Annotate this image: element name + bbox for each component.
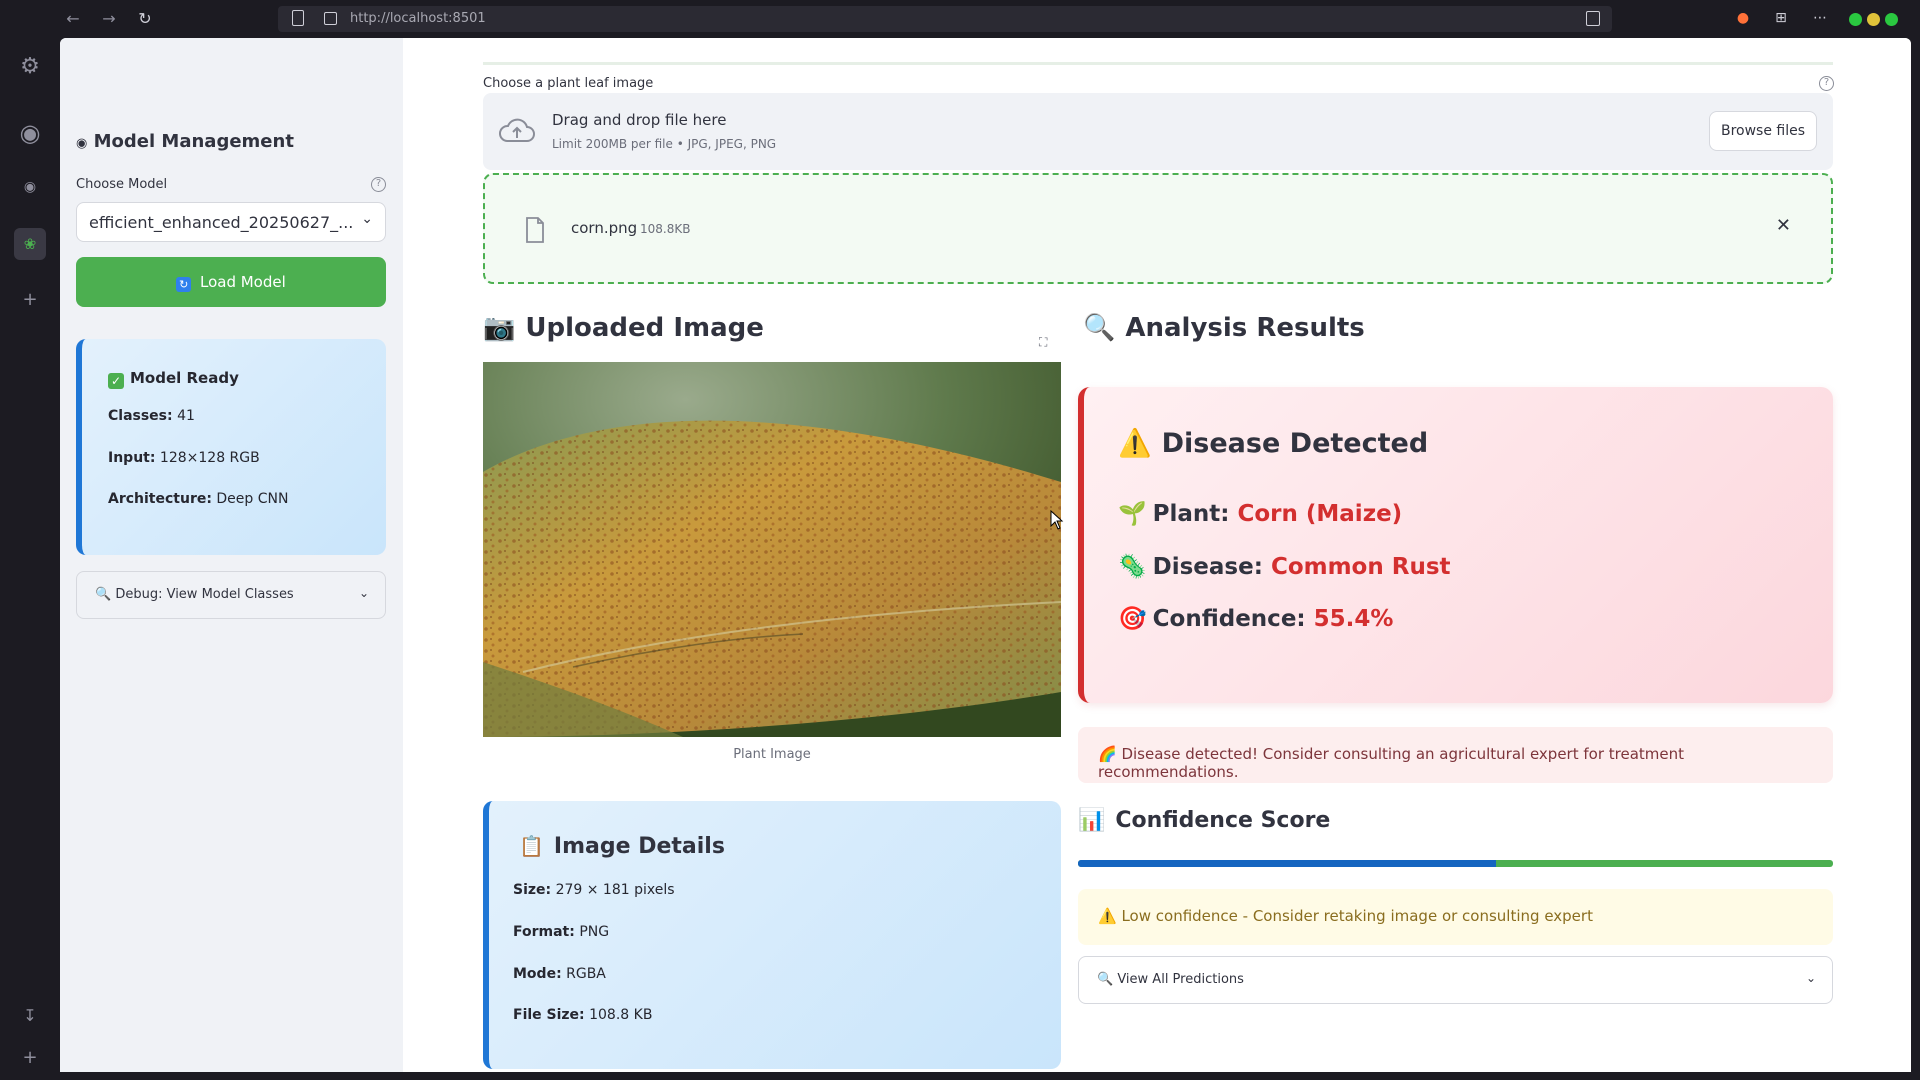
add-bottom-icon[interactable]: + [14, 1042, 46, 1074]
magnifier-icon: 🔍 [95, 587, 112, 602]
plant-leaf-image [483, 362, 1061, 737]
back-icon[interactable]: ← [62, 8, 84, 30]
minimize-dot[interactable] [1867, 13, 1880, 26]
image-details-card: 📋 Image Details Size: 279 × 181 pixels Fo… [483, 801, 1061, 1069]
refresh-icon: ↻ [176, 277, 192, 292]
architecture-row: Architecture: Deep CNN [108, 491, 289, 507]
maximize-dot[interactable] [1849, 13, 1862, 26]
input-row: Input: 128×128 RGB [108, 450, 260, 466]
confidence-score-title: 📊 Confidence Score [1078, 808, 1331, 833]
add-icon[interactable]: + [14, 284, 46, 316]
image-caption: Plant Image [733, 747, 811, 762]
model-ready-title: ✓ Model Ready [108, 369, 239, 389]
fullscreen-icon[interactable]: ⛶ [1039, 335, 1047, 350]
debug-model-classes-expander[interactable]: 🔍 Debug: View Model Classes ⌄ [76, 571, 386, 619]
remove-file-icon[interactable]: ✕ [1776, 215, 1791, 236]
check-icon: ✓ [108, 373, 124, 389]
page-icon [292, 10, 304, 26]
download-icon[interactable]: ↧ [14, 1000, 46, 1032]
magnifier-icon: 🔍 [1097, 972, 1114, 987]
file-icon [526, 217, 544, 243]
main-content: Choose a plant leaf image ? Drag and dro… [403, 38, 1911, 1072]
size-row: Size: 279 × 181 pixels [513, 882, 675, 898]
low-confidence-warning: ⚠️ Low confidence - Consider retaking im… [1078, 889, 1833, 945]
model-select[interactable]: efficient_enhanced_20250627_... ⌄ [76, 202, 386, 242]
close-dot[interactable] [1885, 13, 1898, 26]
file-size: 108.8KB [640, 222, 691, 236]
model-status-card: ✓ Model Ready Classes: 41 Input: 128×128 … [76, 339, 386, 555]
sidebar-title: ◉ Model Management [76, 131, 294, 152]
header-divider [483, 62, 1833, 65]
crop-icon[interactable]: ⊞ [1772, 9, 1790, 27]
file-dropzone[interactable]: Drag and drop file here Limit 200MB per … [483, 93, 1833, 170]
uploaded-image-heading: 📷 Uploaded Image [483, 313, 764, 343]
app-sidebar: ◉ Model Management Choose Model ? effici… [60, 38, 403, 1072]
plant-row: 🌱 Plant: Corn (Maize) [1118, 501, 1403, 527]
disease-alert: 🌈 Disease detected! Consider consulting … [1078, 727, 1833, 783]
camera-icon: 📷 [483, 313, 516, 343]
limit-text: Limit 200MB per file • JPG, JPEG, PNG [552, 137, 777, 151]
magnifier-icon: 🔍 [1083, 313, 1116, 343]
analysis-results-heading: 🔍 Analysis Results [1083, 313, 1365, 343]
uploader-label: Choose a plant leaf image [483, 76, 654, 91]
url-text: http://localhost:8501 [350, 11, 486, 26]
microbe-icon: 🦠 [1118, 554, 1147, 580]
browser-toolbar: ← → ↻ http://localhost:8501 ● ⊞ ⋯ [0, 0, 1920, 38]
firefox-icon[interactable]: ● [1734, 9, 1752, 27]
seedling-icon: 🌱 [1118, 501, 1147, 527]
site-info-icon[interactable] [324, 12, 337, 25]
disease-detected-card: ⚠️ Disease Detected 🌱 Plant: Corn (Maize) … [1078, 387, 1833, 703]
confidence-progress-bar [1078, 860, 1833, 867]
drop-text: Drag and drop file here [552, 111, 727, 129]
alert-icon: 🌈 [1098, 745, 1117, 763]
format-row: Format: PNG [513, 924, 610, 940]
chevron-down-icon: ⌄ [1805, 971, 1816, 985]
image-details-heading: 📋 Image Details [519, 834, 725, 859]
confidence-row: 🎯 Confidence: 55.4% [1118, 606, 1394, 632]
reader-view-icon[interactable] [1586, 11, 1600, 26]
model-icon: ◉ [76, 136, 88, 151]
address-bar[interactable]: http://localhost:8501 [278, 6, 1612, 32]
github-icon[interactable]: ◉ [14, 117, 46, 149]
warning-icon: ⚠️ [1118, 428, 1152, 459]
forward-icon[interactable]: → [98, 8, 120, 30]
settings-gear-icon[interactable]: ⚙ [14, 51, 46, 83]
view-all-predictions-expander[interactable]: 🔍 View All Predictions ⌄ [1078, 956, 1833, 1004]
disease-detected-title: ⚠️ Disease Detected [1118, 428, 1429, 459]
selected-model: efficient_enhanced_20250627_... [89, 213, 354, 232]
uploader-help-icon[interactable]: ? [1819, 76, 1834, 91]
choose-model-label: Choose Model [76, 177, 168, 192]
warning-icon: ⚠️ [1098, 907, 1117, 925]
confidence-progress-fill [1078, 860, 1497, 867]
extension-icon[interactable]: ◉ [14, 171, 46, 203]
disease-row: 🦠 Disease: Common Rust [1118, 554, 1451, 580]
bar-chart-icon: 📊 [1078, 808, 1106, 833]
uploaded-file-item: corn.png 108.8KB ✕ [483, 173, 1833, 284]
plant-app-icon[interactable]: ❀ [14, 228, 46, 260]
target-icon: 🎯 [1118, 606, 1147, 632]
clipboard-icon: 📋 [519, 834, 544, 858]
browser-sidebar: ⚙ ◉ ◉ ❀ + ↧ + [0, 38, 60, 1080]
load-model-button[interactable]: ↻ Load Model [76, 257, 386, 307]
file-size-row: File Size: 108.8 KB [513, 1007, 653, 1023]
file-name: corn.png [571, 219, 638, 237]
mouse-cursor-icon [1050, 510, 1064, 530]
chevron-down-icon: ⌄ [361, 211, 373, 227]
reload-icon[interactable]: ↻ [134, 8, 156, 30]
menu-icon[interactable]: ⋯ [1811, 9, 1829, 27]
mode-row: Mode: RGBA [513, 966, 606, 982]
chevron-down-icon: ⌄ [358, 586, 369, 600]
browse-files-button[interactable]: Browse files [1709, 111, 1817, 151]
cloud-upload-icon [499, 118, 535, 142]
app-viewport: ◉ Model Management Choose Model ? effici… [60, 38, 1911, 1072]
help-icon[interactable]: ? [371, 177, 386, 192]
classes-row: Classes: 41 [108, 408, 195, 424]
